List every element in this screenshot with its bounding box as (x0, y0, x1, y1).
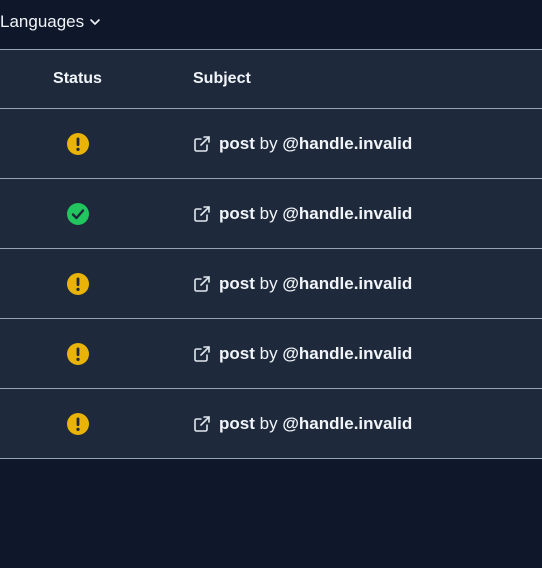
subject-text: post by @handle.invalid (219, 204, 412, 224)
exclamation-circle-icon (66, 272, 89, 295)
subject-column-header[interactable]: Subject (193, 70, 251, 88)
status-cell (0, 132, 155, 156)
subject-text: post by @handle.invalid (219, 134, 412, 154)
table-body: post by @handle.invalid post by @handle.… (0, 109, 542, 459)
exclamation-circle-icon (66, 132, 89, 155)
languages-dropdown-button[interactable]: Languages (0, 12, 101, 32)
exclamation-circle-icon (66, 342, 89, 365)
subject-link[interactable]: post by @handle.invalid (193, 344, 412, 364)
subject-handle: @handle.invalid (282, 413, 413, 433)
table-row[interactable]: post by @handle.invalid (0, 179, 542, 249)
subject-handle: @handle.invalid (282, 273, 413, 293)
subject-by: by (259, 133, 278, 153)
status-cell (0, 342, 155, 366)
subject-handle: @handle.invalid (282, 133, 413, 153)
table-row[interactable]: post by @handle.invalid (0, 319, 542, 389)
table-row[interactable]: post by @handle.invalid (0, 389, 542, 459)
toolbar: Languages (0, 0, 542, 49)
table-row[interactable]: post by @handle.invalid (0, 109, 542, 179)
subject-type: post (219, 413, 255, 433)
subject-by: by (259, 203, 278, 223)
subject-by: by (259, 343, 278, 363)
subject-type: post (219, 203, 255, 223)
table-header-row: Status Subject (0, 50, 542, 109)
subject-cell: post by @handle.invalid (193, 134, 412, 154)
subject-text: post by @handle.invalid (219, 344, 412, 364)
subject-type: post (219, 133, 255, 153)
check-circle-icon (66, 202, 89, 225)
external-link-icon (194, 205, 210, 222)
page: Languages Status Subject post by @handle… (0, 0, 542, 568)
subject-cell: post by @handle.invalid (193, 204, 412, 224)
status-cell (0, 202, 155, 226)
subject-cell: post by @handle.invalid (193, 274, 412, 294)
subject-by: by (259, 413, 278, 433)
subject-type: post (219, 273, 255, 293)
subject-type: post (219, 343, 255, 363)
external-link-icon (194, 415, 210, 432)
external-link-icon (194, 345, 210, 362)
exclamation-circle-icon (66, 412, 89, 435)
subject-cell: post by @handle.invalid (193, 344, 412, 364)
reports-table: Status Subject post by @handle.invalid p… (0, 49, 542, 459)
status-cell (0, 412, 155, 436)
chevron-down-icon (90, 18, 100, 25)
subject-by: by (259, 273, 278, 293)
status-column-header[interactable]: Status (0, 70, 155, 88)
status-cell (0, 272, 155, 296)
external-link-icon (194, 135, 210, 152)
languages-label: Languages (0, 11, 85, 31)
subject-link[interactable]: post by @handle.invalid (193, 274, 412, 294)
subject-link[interactable]: post by @handle.invalid (193, 414, 412, 434)
subject-text: post by @handle.invalid (219, 274, 412, 294)
subject-cell: post by @handle.invalid (193, 414, 412, 434)
table-row[interactable]: post by @handle.invalid (0, 249, 542, 319)
subject-text: post by @handle.invalid (219, 414, 412, 434)
subject-link[interactable]: post by @handle.invalid (193, 134, 412, 154)
subject-handle: @handle.invalid (282, 343, 413, 363)
subject-handle: @handle.invalid (282, 203, 413, 223)
subject-link[interactable]: post by @handle.invalid (193, 204, 412, 224)
external-link-icon (194, 275, 210, 292)
